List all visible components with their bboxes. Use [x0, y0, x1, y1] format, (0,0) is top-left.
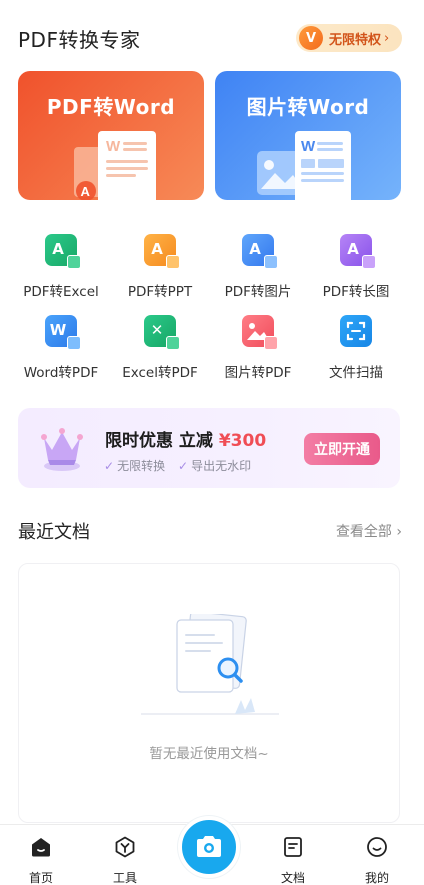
tool-label: Word转PDF: [23, 365, 99, 381]
activate-now-button[interactable]: 立即开通: [304, 433, 380, 465]
image-to-word-illustration-icon: W: [257, 131, 351, 200]
pdf-to-ppt-icon: A: [144, 234, 180, 269]
document-icon: [284, 837, 302, 857]
svg-text:A: A: [81, 184, 91, 199]
profile-icon: [367, 837, 387, 857]
nav-label: 文档: [280, 871, 305, 885]
svg-text:W: W: [106, 138, 121, 155]
tool-label: 图片转PDF: [224, 365, 292, 381]
pdf-to-word-illustration-icon: W A: [74, 131, 156, 200]
app-screen: PDF转换专家 V 无限特权 › PDF转Word W A 图片转Word W: [0, 0, 424, 885]
vip-privilege-button[interactable]: V 无限特权 ›: [296, 24, 402, 52]
promo-banner[interactable]: 限时优惠 立减 ¥300 ✓ 无限转换 ✓ 导出无水印 立即开通: [18, 408, 400, 488]
nav-label: 我的: [364, 871, 389, 885]
nav-label: 工具: [112, 871, 137, 885]
recent-documents-panel: 暂无最近使用文档~: [18, 563, 400, 823]
excel-to-pdf-icon: ✕: [144, 315, 180, 350]
tool-label: Excel转PDF: [122, 365, 198, 381]
card-title: PDF转Word: [46, 95, 176, 119]
pdf-to-image-icon: A: [242, 234, 278, 269]
tool-file-scan[interactable]: 文件扫描: [308, 315, 404, 385]
vip-label: 无限特权: [329, 32, 382, 48]
tool-pdf-to-long-image[interactable]: A PDF转长图: [308, 234, 404, 304]
check-icon: ✓: [104, 459, 115, 473]
recent-documents-title: 最近文档: [18, 522, 90, 543]
pdf-to-long-image-icon: A: [340, 234, 376, 269]
promo-feature: ✓ 无限转换: [104, 457, 165, 474]
empty-state-text: 暂无最近使用文档~: [149, 746, 269, 762]
pdf-to-excel-icon: A: [45, 234, 81, 269]
home-icon: [32, 838, 50, 857]
tool-label: PDF转图片: [224, 284, 292, 300]
camera-scan-button[interactable]: [178, 816, 240, 878]
promo-amount: ¥300: [218, 431, 267, 451]
tools-icon: [115, 836, 135, 858]
view-all-label: 查看全部: [335, 524, 392, 540]
tool-word-to-pdf[interactable]: W Word转PDF: [13, 315, 109, 385]
word-to-pdf-icon: W: [45, 315, 81, 350]
nav-tools[interactable]: 工具: [95, 835, 155, 885]
svg-text:W: W: [301, 138, 316, 155]
tool-label: PDF转长图: [322, 284, 390, 300]
chevron-right-icon: ›: [396, 524, 402, 540]
promo-feature-text: 导出无水印: [191, 459, 252, 473]
crown-icon: [41, 428, 83, 471]
tool-excel-to-pdf[interactable]: ✕ Excel转PDF: [112, 315, 208, 385]
tool-image-to-pdf[interactable]: 图片转PDF: [210, 315, 306, 385]
empty-documents-icon: [141, 614, 279, 715]
camera-icon: [197, 836, 221, 857]
promo-feature: ✓ 导出无水印: [178, 457, 251, 474]
tool-pdf-to-image[interactable]: A PDF转图片: [210, 234, 306, 304]
check-icon: ✓: [178, 459, 189, 473]
nav-label: 首页: [28, 871, 53, 885]
view-all-link[interactable]: 查看全部 ›: [336, 521, 402, 541]
image-to-word-card[interactable]: 图片转Word W: [215, 71, 401, 200]
vip-badge-icon: V: [299, 26, 323, 50]
promo-title: 限时优惠 立减 ¥300: [105, 426, 266, 451]
tool-pdf-to-excel[interactable]: A PDF转Excel: [13, 234, 109, 304]
nav-profile[interactable]: 我的: [347, 835, 407, 885]
nav-home[interactable]: 首页: [11, 835, 71, 885]
promo-title-text: 限时优惠 立减: [105, 431, 213, 451]
tool-label: PDF转PPT: [127, 284, 193, 300]
promo-feature-text: 无限转换: [117, 459, 166, 473]
image-to-pdf-icon: [242, 315, 278, 350]
tool-pdf-to-ppt[interactable]: A PDF转PPT: [112, 234, 208, 304]
page-title: PDF转换专家: [18, 28, 141, 52]
nav-documents[interactable]: 文档: [263, 835, 323, 885]
pdf-to-word-card[interactable]: PDF转Word W A: [18, 71, 204, 200]
scan-icon: [340, 315, 372, 347]
chevron-right-icon: ›: [384, 30, 390, 46]
card-title: 图片转Word: [246, 95, 370, 119]
tool-label: PDF转Excel: [23, 284, 99, 300]
tool-label: 文件扫描: [329, 365, 383, 381]
